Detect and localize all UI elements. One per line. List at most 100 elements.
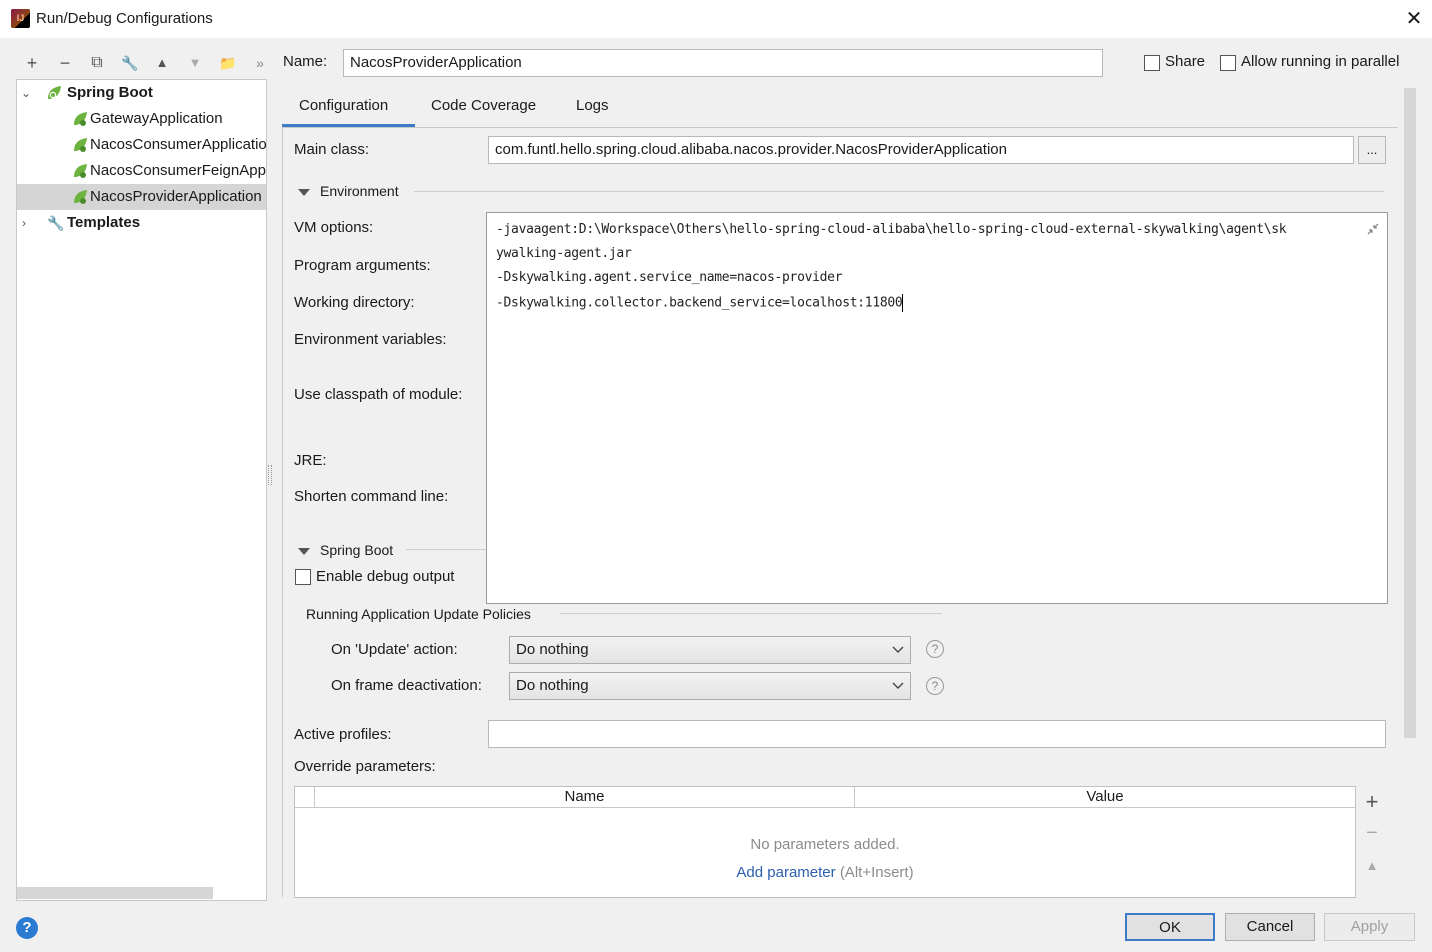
remove-icon[interactable]: −	[54, 52, 76, 74]
vertical-scrollbar[interactable]	[1404, 88, 1416, 738]
chevron-right-icon[interactable]: ›	[22, 210, 26, 236]
divider	[560, 613, 942, 614]
tree-item-label: NacosConsumerApplication	[90, 136, 266, 153]
collapse-triangle-icon[interactable]	[298, 548, 310, 555]
add-parameter-row: Add parameter (Alt+Insert)	[295, 864, 1355, 881]
close-icon[interactable]: ✕	[1402, 6, 1426, 31]
debug-output-checkbox[interactable]	[295, 569, 311, 585]
tree-item-nacos-provider[interactable]: NacosProviderApplication	[17, 184, 266, 210]
tree-item-gateway[interactable]: GatewayApplication	[17, 106, 266, 132]
share-label: Share	[1165, 53, 1206, 70]
jre-label: JRE:	[294, 452, 327, 469]
table-row-header	[295, 787, 315, 807]
config-tree: ⌄ Spring Boot GatewayApplication NacosCo…	[16, 79, 267, 901]
classpath-module-label: Use classpath of module:	[294, 386, 463, 403]
cancel-button[interactable]: Cancel	[1225, 913, 1315, 941]
remove-icon[interactable]: −	[1362, 822, 1382, 845]
move-down-icon[interactable]: ▼	[184, 52, 206, 74]
vm-options-editor[interactable]: -javaagent:D:\Workspace\Others\hello-spr…	[486, 212, 1388, 604]
vm-option-line: -Dskywalking.collector.backend_service=l…	[496, 294, 904, 312]
tree-node-spring-boot[interactable]: ⌄ Spring Boot	[17, 80, 266, 106]
add-parameter-link[interactable]: Add parameter	[736, 864, 835, 881]
add-parameter-shortcut: (Alt+Insert)	[839, 864, 914, 881]
override-parameters-table[interactable]: Name Value No parameters added. Add para…	[294, 786, 1356, 898]
tree-item-label: NacosConsumerFeignApplication	[90, 162, 266, 179]
name-label: Name:	[283, 53, 328, 70]
update-action-value: Do nothing	[516, 641, 589, 658]
share-checkbox[interactable]	[1144, 55, 1160, 71]
tree-item-nacos-consumer-feign[interactable]: NacosConsumerFeignApplication	[17, 158, 266, 184]
add-icon[interactable]: +	[21, 52, 43, 74]
vm-option-line: -javaagent:D:\Workspace\Others\hello-spr…	[496, 222, 1287, 237]
spring-boot-section-title: Spring Boot	[320, 542, 394, 558]
splitter-handle[interactable]	[268, 465, 272, 485]
tree-item-label: GatewayApplication	[90, 110, 223, 127]
tab-code-coverage[interactable]: Code Coverage	[431, 97, 536, 114]
collapse-icon[interactable]	[1365, 221, 1381, 237]
program-arguments-label: Program arguments:	[294, 257, 431, 274]
window-title: Run/Debug Configurations	[36, 10, 213, 27]
help-icon[interactable]: ?	[926, 677, 944, 695]
frame-deactivation-select[interactable]: Do nothing	[509, 672, 911, 700]
tree-node-templates[interactable]: › 🔧 Templates	[17, 210, 266, 236]
title-bar	[0, 0, 1432, 38]
copy-icon[interactable]: ⧉	[86, 52, 108, 74]
tree-item-nacos-consumer[interactable]: NacosConsumerApplication	[17, 132, 266, 158]
spring-boot-icon	[74, 138, 87, 152]
vm-option-line: ywalking-agent.jar	[496, 246, 632, 261]
frame-deactivation-value: Do nothing	[516, 677, 589, 694]
move-up-icon[interactable]: ▲	[151, 52, 173, 74]
override-parameters-label: Override parameters:	[294, 758, 436, 775]
name-input[interactable]: NacosProviderApplication	[343, 49, 1103, 77]
move-up-icon[interactable]: ▲	[1362, 858, 1382, 873]
divider	[406, 549, 486, 550]
column-header-value[interactable]: Value	[855, 787, 1355, 807]
tab-configuration[interactable]: Configuration	[299, 97, 388, 114]
tree-templates-label: Templates	[67, 214, 141, 231]
active-profiles-input[interactable]	[488, 720, 1386, 748]
text-caret	[902, 294, 904, 312]
spring-boot-icon	[74, 112, 87, 126]
divider	[414, 191, 1384, 192]
vm-option-line: -Dskywalking.agent.service_name=nacos-pr…	[496, 270, 843, 285]
help-icon[interactable]: ?	[926, 640, 944, 658]
help-icon[interactable]: ?	[16, 917, 38, 939]
spring-boot-icon	[74, 190, 87, 204]
collapse-triangle-icon[interactable]	[298, 189, 310, 196]
ok-button[interactable]: OK	[1125, 913, 1215, 941]
tab-logs[interactable]: Logs	[576, 97, 609, 114]
chevron-down-icon	[892, 682, 904, 689]
allow-parallel-label: Allow running in parallel	[1241, 53, 1400, 70]
apply-button[interactable]: Apply	[1324, 913, 1415, 941]
tree-item-label: NacosProviderApplication	[90, 188, 262, 205]
add-icon[interactable]: +	[1362, 789, 1382, 815]
folder-icon[interactable]: 📁	[217, 52, 239, 74]
update-action-label: On 'Update' action:	[331, 641, 458, 658]
spring-boot-icon	[48, 86, 61, 99]
wrench-icon: 🔧	[47, 215, 65, 231]
working-directory-label: Working directory:	[294, 294, 415, 311]
spring-boot-icon	[74, 164, 87, 178]
chevron-down-icon	[892, 646, 904, 653]
wrench-icon[interactable]: 🔧	[119, 52, 141, 74]
debug-output-label: Enable debug output	[316, 568, 455, 585]
intellij-icon: IJ	[11, 9, 30, 28]
frame-deactivation-label: On frame deactivation:	[331, 677, 482, 694]
active-profiles-label: Active profiles:	[294, 726, 392, 743]
vm-option-text: -Dskywalking.collector.backend_service=l…	[496, 295, 903, 311]
update-action-select[interactable]: Do nothing	[509, 636, 911, 664]
main-class-input[interactable]: com.funtl.hello.spring.cloud.alibaba.nac…	[488, 136, 1354, 164]
tree-root-label: Spring Boot	[67, 84, 153, 101]
environment-variables-label: Environment variables:	[294, 331, 447, 348]
main-class-label: Main class:	[294, 141, 370, 158]
column-header-name[interactable]: Name	[315, 787, 855, 807]
browse-button[interactable]: ...	[1358, 136, 1386, 164]
tree-horizontal-scrollbar[interactable]	[17, 887, 213, 899]
update-policies-title: Running Application Update Policies	[306, 606, 531, 622]
allow-parallel-checkbox[interactable]	[1220, 55, 1236, 71]
more-icon[interactable]: »	[249, 52, 271, 74]
environment-section-title: Environment	[320, 183, 399, 199]
chevron-down-icon[interactable]: ⌄	[21, 80, 31, 106]
shorten-command-line-label: Shorten command line:	[294, 488, 449, 505]
empty-table-text: No parameters added.	[750, 836, 900, 853]
